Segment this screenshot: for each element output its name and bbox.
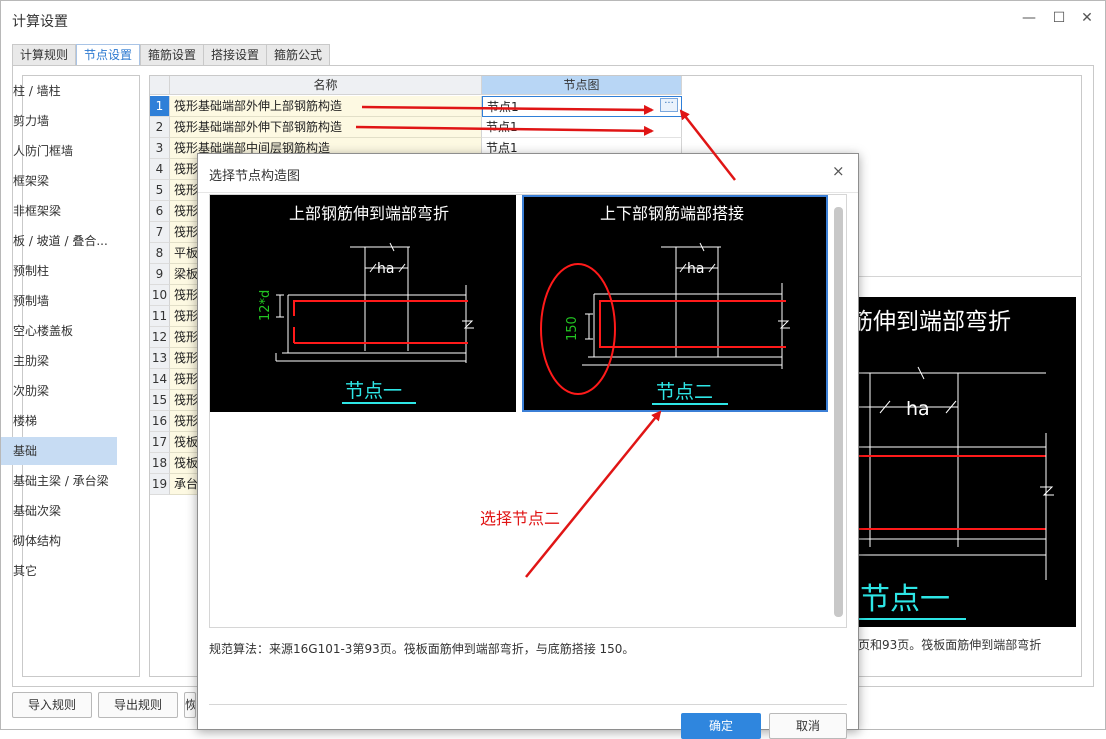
export-rules-button[interactable]: 导出规则: [98, 692, 178, 718]
node-option-1-title: 上部钢筋伸到端部弯折: [289, 204, 449, 223]
tab-lap-settings[interactable]: 搭接设置: [203, 44, 268, 65]
node-option-1-diagram: 上部钢筋伸到端部弯折 ha 12*d 节点一: [258, 204, 474, 404]
preview-node-label: 节点一: [860, 582, 950, 617]
row-number[interactable]: 7: [150, 222, 170, 243]
table-row-name[interactable]: 筏形基础端部外伸上部钢筋构造: [170, 96, 482, 117]
node-option-2[interactable]: 上下部钢筋端部搭接 ha 150 节点二: [522, 195, 828, 412]
row-number[interactable]: 10: [150, 285, 170, 306]
preview-diagram: 筋伸到端部弯折 ha 节点一: [840, 297, 1076, 627]
sidebar-item-precast-wall[interactable]: 预制墙: [1, 287, 117, 315]
vertical-scrollbar[interactable]: [834, 207, 843, 617]
sidebar-item-column[interactable]: 柱 / 墙柱: [1, 77, 117, 105]
node-option-2-title: 上下部钢筋端部搭接: [600, 204, 744, 223]
close-icon[interactable]: ✕: [1076, 8, 1098, 28]
row-number[interactable]: 9: [150, 264, 170, 285]
preview-divider: [858, 276, 1082, 277]
node-option-1[interactable]: 上部钢筋伸到端部弯折 ha 12*d 节点一: [210, 195, 516, 412]
preview-note: 页和93页。筏板面筋伸到端部弯折: [858, 638, 1042, 652]
column-header-name: 名称: [170, 76, 482, 95]
grid-corner: [150, 76, 170, 95]
table-row-node[interactable]: 节点1: [482, 96, 682, 117]
row-number[interactable]: 12: [150, 327, 170, 348]
row-number[interactable]: 6: [150, 201, 170, 222]
maximize-icon[interactable]: ☐: [1048, 8, 1070, 28]
table-row-node[interactable]: 节点1: [482, 117, 682, 138]
row-number[interactable]: 19: [150, 474, 170, 495]
dialog-note: 规范算法：来源16G101-3第93页。筏板面筋伸到端部弯折，与底筋搭接 150…: [209, 642, 635, 656]
dialog-title: 选择节点构造图: [209, 169, 301, 184]
window-title: 计算设置: [12, 14, 68, 30]
node-option-1-ha: ha: [377, 261, 394, 277]
dialog-close-icon[interactable]: ×: [832, 162, 845, 180]
row-number[interactable]: 17: [150, 432, 170, 453]
row-number[interactable]: 2: [150, 117, 170, 138]
table-row-name[interactable]: 筏形基础端部外伸下部钢筋构造: [170, 117, 482, 138]
row-number[interactable]: 15: [150, 390, 170, 411]
preview-title: 筋伸到端部弯折: [850, 309, 1011, 335]
category-list: [22, 75, 140, 677]
tab-node-settings[interactable]: 节点设置: [76, 44, 141, 66]
row-number[interactable]: 4: [150, 159, 170, 180]
column-header-node: 节点图: [482, 76, 682, 95]
sidebar-item-shear-wall[interactable]: 剪力墙: [1, 107, 117, 135]
tab-stirrup-settings[interactable]: 箍筋设置: [140, 44, 205, 65]
ellipsis-button[interactable]: ···: [660, 98, 678, 112]
ok-button[interactable]: 确定: [681, 713, 761, 739]
import-rules-button[interactable]: 导入规则: [12, 692, 92, 718]
row-number[interactable]: 8: [150, 243, 170, 264]
annotation-text: 选择节点二: [480, 509, 561, 528]
sidebar-item-civil-defense-door[interactable]: 人防门框墙: [1, 137, 117, 165]
row-number[interactable]: 5: [150, 180, 170, 201]
sidebar-item-foundation-main-beam[interactable]: 基础主梁 / 承台梁: [1, 467, 117, 495]
preview-diagram-svg: 筋伸到端部弯折 ha 节点一: [840, 309, 1054, 620]
dialog-title-divider: [198, 192, 858, 193]
row-number[interactable]: 18: [150, 453, 170, 474]
restore-button[interactable]: 恢: [184, 692, 196, 718]
sidebar-item-main-rib[interactable]: 主肋梁: [1, 347, 117, 375]
sidebar-item-precast-column[interactable]: 预制柱: [1, 257, 117, 285]
sidebar-item-hollow-slab[interactable]: 空心楼盖板: [1, 317, 117, 345]
cancel-button[interactable]: 取消: [769, 713, 847, 739]
sidebar-item-frame-beam[interactable]: 框架梁: [1, 167, 117, 195]
node-option-2-ha: ha: [687, 261, 704, 277]
row-number[interactable]: 16: [150, 411, 170, 432]
sidebar-item-non-frame-beam[interactable]: 非框架梁: [1, 197, 117, 225]
sidebar-item-slab[interactable]: 板 / 坡道 / 叠合...: [1, 227, 117, 255]
sidebar-item-stairs[interactable]: 楼梯: [1, 407, 117, 435]
node-option-2-dimension: 150: [565, 316, 580, 341]
node-option-1-label: 节点一: [345, 380, 402, 402]
sidebar-item-masonry[interactable]: 砌体结构: [1, 527, 117, 555]
row-number[interactable]: 13: [150, 348, 170, 369]
row-number[interactable]: 11: [150, 306, 170, 327]
sidebar-item-other[interactable]: 其它: [1, 557, 117, 585]
node-option-1-dimension: 12*d: [258, 290, 273, 321]
minimize-icon[interactable]: —: [1018, 8, 1040, 28]
preview-ha-label: ha: [906, 398, 930, 420]
row-number[interactable]: 3: [150, 138, 170, 159]
node-option-2-diagram: 上下部钢筋端部搭接 ha 150 节点二: [540, 204, 790, 405]
tab-calc-rules[interactable]: 计算规则: [12, 44, 77, 65]
dialog-footer-divider: [209, 704, 847, 705]
sidebar-item-secondary-rib[interactable]: 次肋梁: [1, 377, 117, 405]
node-option-2-label: 节点二: [656, 381, 713, 403]
tab-stirrup-formula[interactable]: 箍筋公式: [266, 44, 331, 65]
row-number[interactable]: 14: [150, 369, 170, 390]
sidebar-item-foundation-secondary-beam[interactable]: 基础次梁: [1, 497, 117, 525]
row-number[interactable]: 1: [150, 96, 170, 117]
sidebar-item-foundation[interactable]: 基础: [1, 437, 117, 465]
